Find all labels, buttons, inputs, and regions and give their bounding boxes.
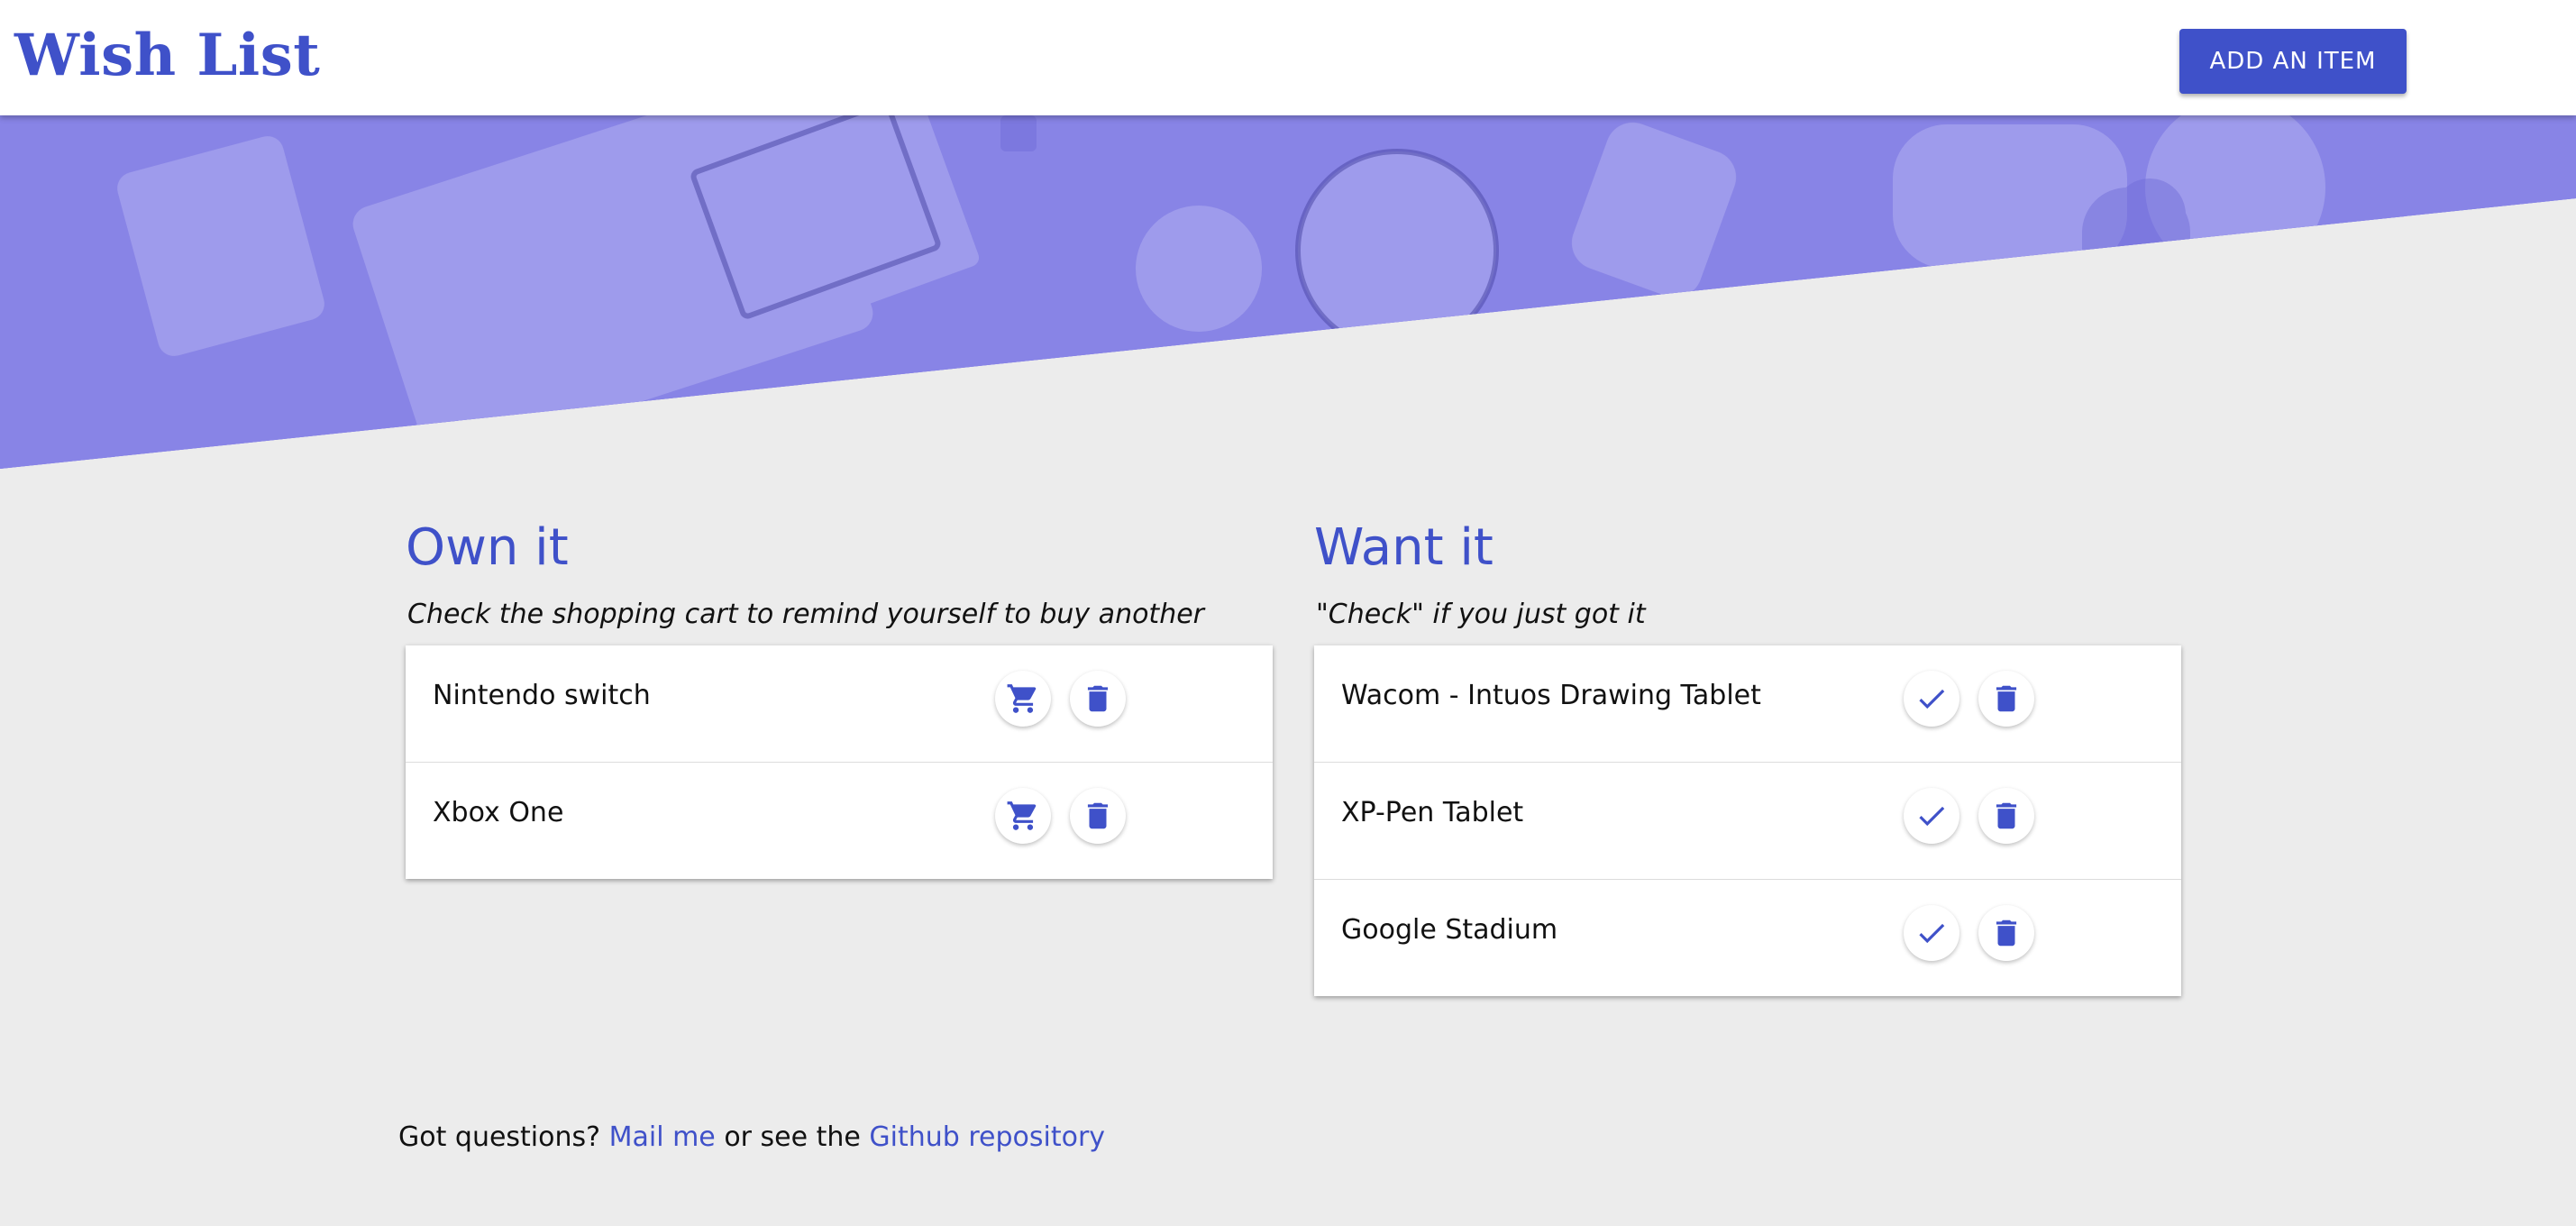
own-it-list: Nintendo switch Xbox One <box>406 645 1273 879</box>
mark-owned-button[interactable] <box>1904 905 1959 961</box>
check-icon <box>1919 923 1945 944</box>
mark-owned-button[interactable] <box>1904 788 1959 844</box>
list-item: Google Stadium <box>1314 879 2181 996</box>
list-item: Wacom - Intuos Drawing Tablet <box>1314 645 2181 762</box>
delete-button[interactable] <box>1978 671 2034 727</box>
trash-icon <box>1996 920 2017 947</box>
buy-again-button[interactable] <box>995 788 1051 844</box>
check-icon <box>1919 689 1945 709</box>
own-it-section: Own it Check the shopping cart to remind… <box>406 512 1273 879</box>
trash-icon <box>1996 802 2017 829</box>
hero-banner <box>0 115 2576 469</box>
want-it-subtitle: "Check" if you just got it <box>1316 599 1646 630</box>
delete-button[interactable] <box>1978 905 2034 961</box>
want-it-title: Want it <box>1314 518 1494 577</box>
delete-button[interactable] <box>1978 788 2034 844</box>
delete-button[interactable] <box>1070 671 1126 727</box>
want-it-section: Want it "Check" if you just got it Wacom… <box>1314 512 2181 996</box>
item-label: Nintendo switch <box>433 680 651 711</box>
own-it-subtitle: Check the shopping cart to remind yourse… <box>407 599 1205 630</box>
app-title: Wish List <box>14 22 321 89</box>
want-it-list: Wacom - Intuos Drawing Tablet XP-Pen Tab… <box>1314 645 2181 996</box>
check-icon <box>1919 806 1945 827</box>
trash-icon <box>1996 685 2017 712</box>
mark-owned-button[interactable] <box>1904 671 1959 727</box>
buy-again-button[interactable] <box>995 671 1051 727</box>
item-label: Xbox One <box>433 797 564 828</box>
shopping-cart-icon <box>1007 801 1037 830</box>
item-label: Google Stadium <box>1341 914 1558 946</box>
top-app-bar: Wish List ADD AN ITEM <box>0 0 2576 115</box>
own-it-title: Own it <box>406 518 569 577</box>
trash-icon <box>1087 685 1109 712</box>
footer: Got questions? Mail me or see the Github… <box>398 1120 1105 1156</box>
footer-middle: or see the <box>724 1121 861 1153</box>
shopping-cart-icon <box>1007 684 1037 713</box>
trash-icon <box>1087 802 1109 829</box>
add-item-button[interactable]: ADD AN ITEM <box>2179 29 2407 94</box>
item-label: XP-Pen Tablet <box>1341 797 1524 828</box>
item-label: Wacom - Intuos Drawing Tablet <box>1341 680 1761 711</box>
mail-link[interactable]: Mail me <box>609 1121 716 1153</box>
list-item: Nintendo switch <box>406 645 1273 762</box>
list-item: XP-Pen Tablet <box>1314 762 2181 879</box>
delete-button[interactable] <box>1070 788 1126 844</box>
github-repo-link[interactable]: Github repository <box>869 1121 1105 1153</box>
list-item: Xbox One <box>406 762 1273 879</box>
hero-image <box>0 115 2576 469</box>
footer-prefix: Got questions? <box>398 1121 601 1153</box>
